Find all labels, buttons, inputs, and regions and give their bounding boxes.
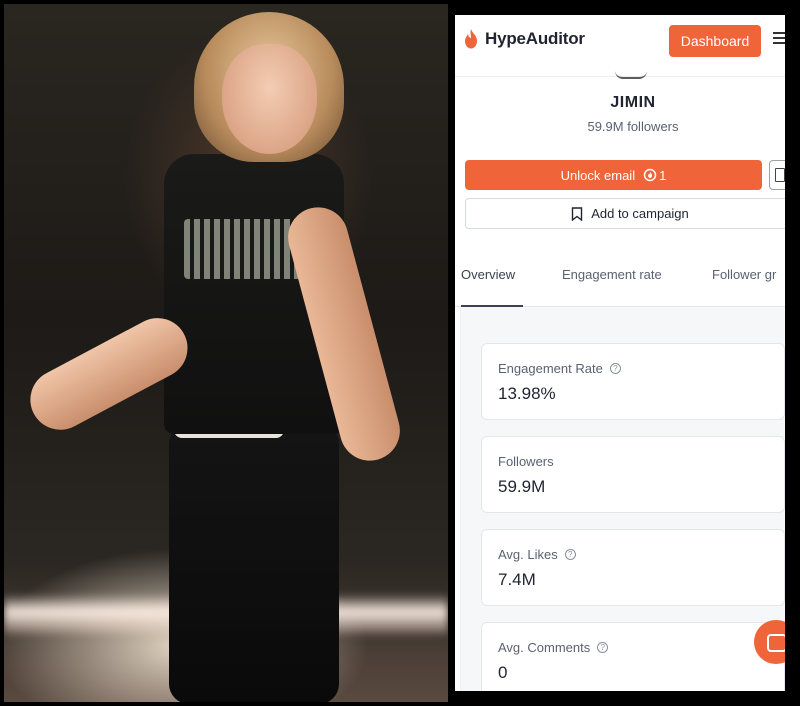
unlock-email-label: Unlock email: [560, 167, 636, 183]
tab-follower-growth[interactable]: Follower gr: [712, 267, 776, 282]
hamburger-menu-icon[interactable]: [773, 32, 785, 46]
dashboard-button[interactable]: Dashboard: [669, 25, 761, 57]
metric-card-engagement-rate: Engagement Rate ? 13.98%: [481, 343, 785, 420]
brand-name: HypeAuditor: [485, 29, 585, 48]
info-icon[interactable]: ?: [597, 642, 609, 653]
add-to-campaign-button[interactable]: Add to campaign: [465, 198, 785, 229]
info-icon[interactable]: ?: [564, 549, 576, 560]
metric-card-avg-likes: Avg. Likes ? 7.4M: [481, 529, 785, 606]
metric-label: Avg. Likes: [498, 547, 558, 562]
unlock-cost: 1: [659, 167, 667, 183]
metric-value: 59.9M: [498, 477, 546, 496]
flame-icon: [465, 29, 477, 49]
metric-card-avg-comments: Avg. Comments ? 0: [481, 622, 785, 691]
tab-engagement-rate[interactable]: Engagement rate: [562, 267, 662, 282]
add-to-campaign-label: Add to campaign: [591, 206, 689, 221]
bookmark-icon: [572, 206, 583, 221]
metric-label-row: Followers: [498, 454, 554, 469]
metric-value: 7.4M: [498, 570, 536, 589]
metric-value: 0: [498, 663, 508, 682]
unlock-email-button[interactable]: Unlock email 1: [465, 160, 762, 190]
brand-logo[interactable]: HypeAuditor: [463, 29, 585, 49]
tab-overview[interactable]: Overview: [461, 267, 515, 282]
performer-legs: [169, 424, 339, 702]
credit-coin-icon: [643, 168, 657, 182]
shirt-print: [184, 219, 304, 279]
metric-label-row: Avg. Likes ?: [498, 547, 576, 562]
concert-photo: [4, 4, 448, 702]
hypeauditor-screen: HypeAuditor Dashboard JIMIN 59.9M follow…: [455, 15, 785, 691]
metric-card-followers: Followers 59.9M: [481, 436, 785, 513]
profile-name: JIMIN: [610, 94, 656, 111]
metric-label-row: Avg. Comments ?: [498, 640, 609, 655]
metric-label: Avg. Comments: [498, 640, 591, 655]
tab-bar: Overview Engagement rate Follower gr: [455, 251, 785, 307]
app-header: HypeAuditor Dashboard: [455, 15, 785, 77]
metric-label: Engagement Rate: [498, 361, 603, 376]
info-icon[interactable]: ?: [609, 363, 621, 374]
metric-value: 13.98%: [498, 384, 556, 403]
avatar: [615, 71, 647, 79]
performer-face: [222, 44, 317, 154]
metric-label: Followers: [498, 454, 554, 469]
metric-label-row: Engagement Rate ?: [498, 361, 621, 376]
secondary-action-button[interactable]: [769, 160, 785, 190]
profile-followers: 59.9M followers: [587, 119, 679, 134]
